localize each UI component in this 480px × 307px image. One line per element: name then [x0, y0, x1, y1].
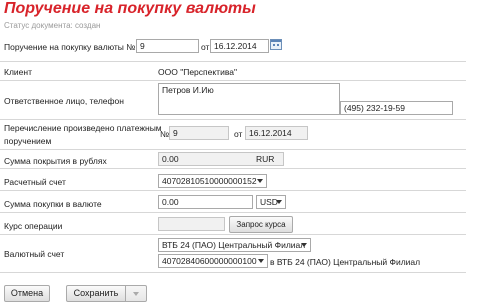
- fx-account-select[interactable]: 40702840600000000100: [158, 254, 268, 268]
- client-label: Клиент: [4, 67, 32, 77]
- save-button[interactable]: Сохранить: [66, 285, 126, 302]
- coverage-label: Сумма покрытия в рублях: [4, 156, 107, 166]
- transfer-date-input: 16.12.2014: [245, 126, 308, 140]
- separator: [0, 272, 466, 273]
- account-label: Расчетный счет: [4, 177, 66, 187]
- transfer-number-input: 9: [169, 126, 229, 140]
- transfer-from-label: от: [234, 129, 243, 139]
- responsible-label: Ответственное лицо, телефон: [4, 96, 124, 106]
- chevron-down-icon: [258, 259, 264, 263]
- transfer-label-line1: Перечисление произведено платежным: [4, 123, 162, 133]
- coverage-currency: RUR: [256, 154, 275, 164]
- order-date-from-label: от: [201, 42, 210, 52]
- separator: [0, 119, 466, 120]
- separator: [0, 212, 466, 213]
- chevron-down-icon: [257, 179, 263, 183]
- order-number-input[interactable]: 9: [136, 39, 199, 53]
- fx-bank-select-value: ВТБ 24 (ПАО) Центральный Филиал: [162, 240, 306, 250]
- purchase-label: Сумма покупки в валюте: [4, 199, 102, 209]
- rate-label: Курс операции: [4, 221, 63, 231]
- request-rate-button[interactable]: Запрос курса: [229, 216, 293, 233]
- account-select[interactable]: 40702810510000000152: [158, 174, 267, 188]
- order-date-input[interactable]: 16.12.2014: [210, 39, 269, 53]
- responsible-name-textarea[interactable]: Петров И.Ию: [158, 83, 340, 115]
- cancel-button[interactable]: Отмена: [4, 285, 50, 302]
- chevron-down-icon: [301, 243, 307, 247]
- separator: [0, 168, 466, 169]
- coverage-amount: 0.00: [162, 154, 179, 164]
- client-value: ООО "Перспектива": [158, 67, 237, 77]
- coverage-amount-input: 0.00 RUR: [158, 152, 284, 166]
- fx-bank-select[interactable]: ВТБ 24 (ПАО) Центральный Филиал: [158, 238, 311, 252]
- separator: [0, 149, 466, 150]
- purchase-currency-select[interactable]: USD: [256, 195, 286, 209]
- fx-account-label: Валютный счет: [4, 249, 65, 259]
- responsible-phone-input[interactable]: (495) 232-19-59: [340, 101, 453, 115]
- separator: [0, 234, 466, 235]
- chevron-down-icon: [133, 292, 139, 296]
- fx-account-select-value: 40702840600000000100: [162, 256, 257, 266]
- calendar-icon[interactable]: [270, 39, 282, 50]
- document-status: Статус документа: создан: [4, 21, 101, 30]
- account-select-value: 40702810510000000152: [162, 176, 257, 186]
- chevron-down-icon: [276, 200, 282, 204]
- transfer-label-line2: поручением: [4, 136, 52, 146]
- transfer-number-label: №: [160, 129, 170, 139]
- separator: [0, 190, 466, 191]
- fx-account-bank-text: в ВТБ 24 (ПАО) Центральный Филиал: [270, 257, 421, 267]
- purchase-amount-input[interactable]: 0.00: [158, 195, 253, 209]
- separator: [0, 61, 466, 62]
- save-options-dropdown[interactable]: [125, 285, 147, 302]
- rate-input: [158, 217, 225, 231]
- order-number-label: Поручение на покупку валюты №: [4, 42, 136, 52]
- separator: [0, 80, 466, 81]
- page-title: Поручение на покупку валюты: [4, 0, 256, 17]
